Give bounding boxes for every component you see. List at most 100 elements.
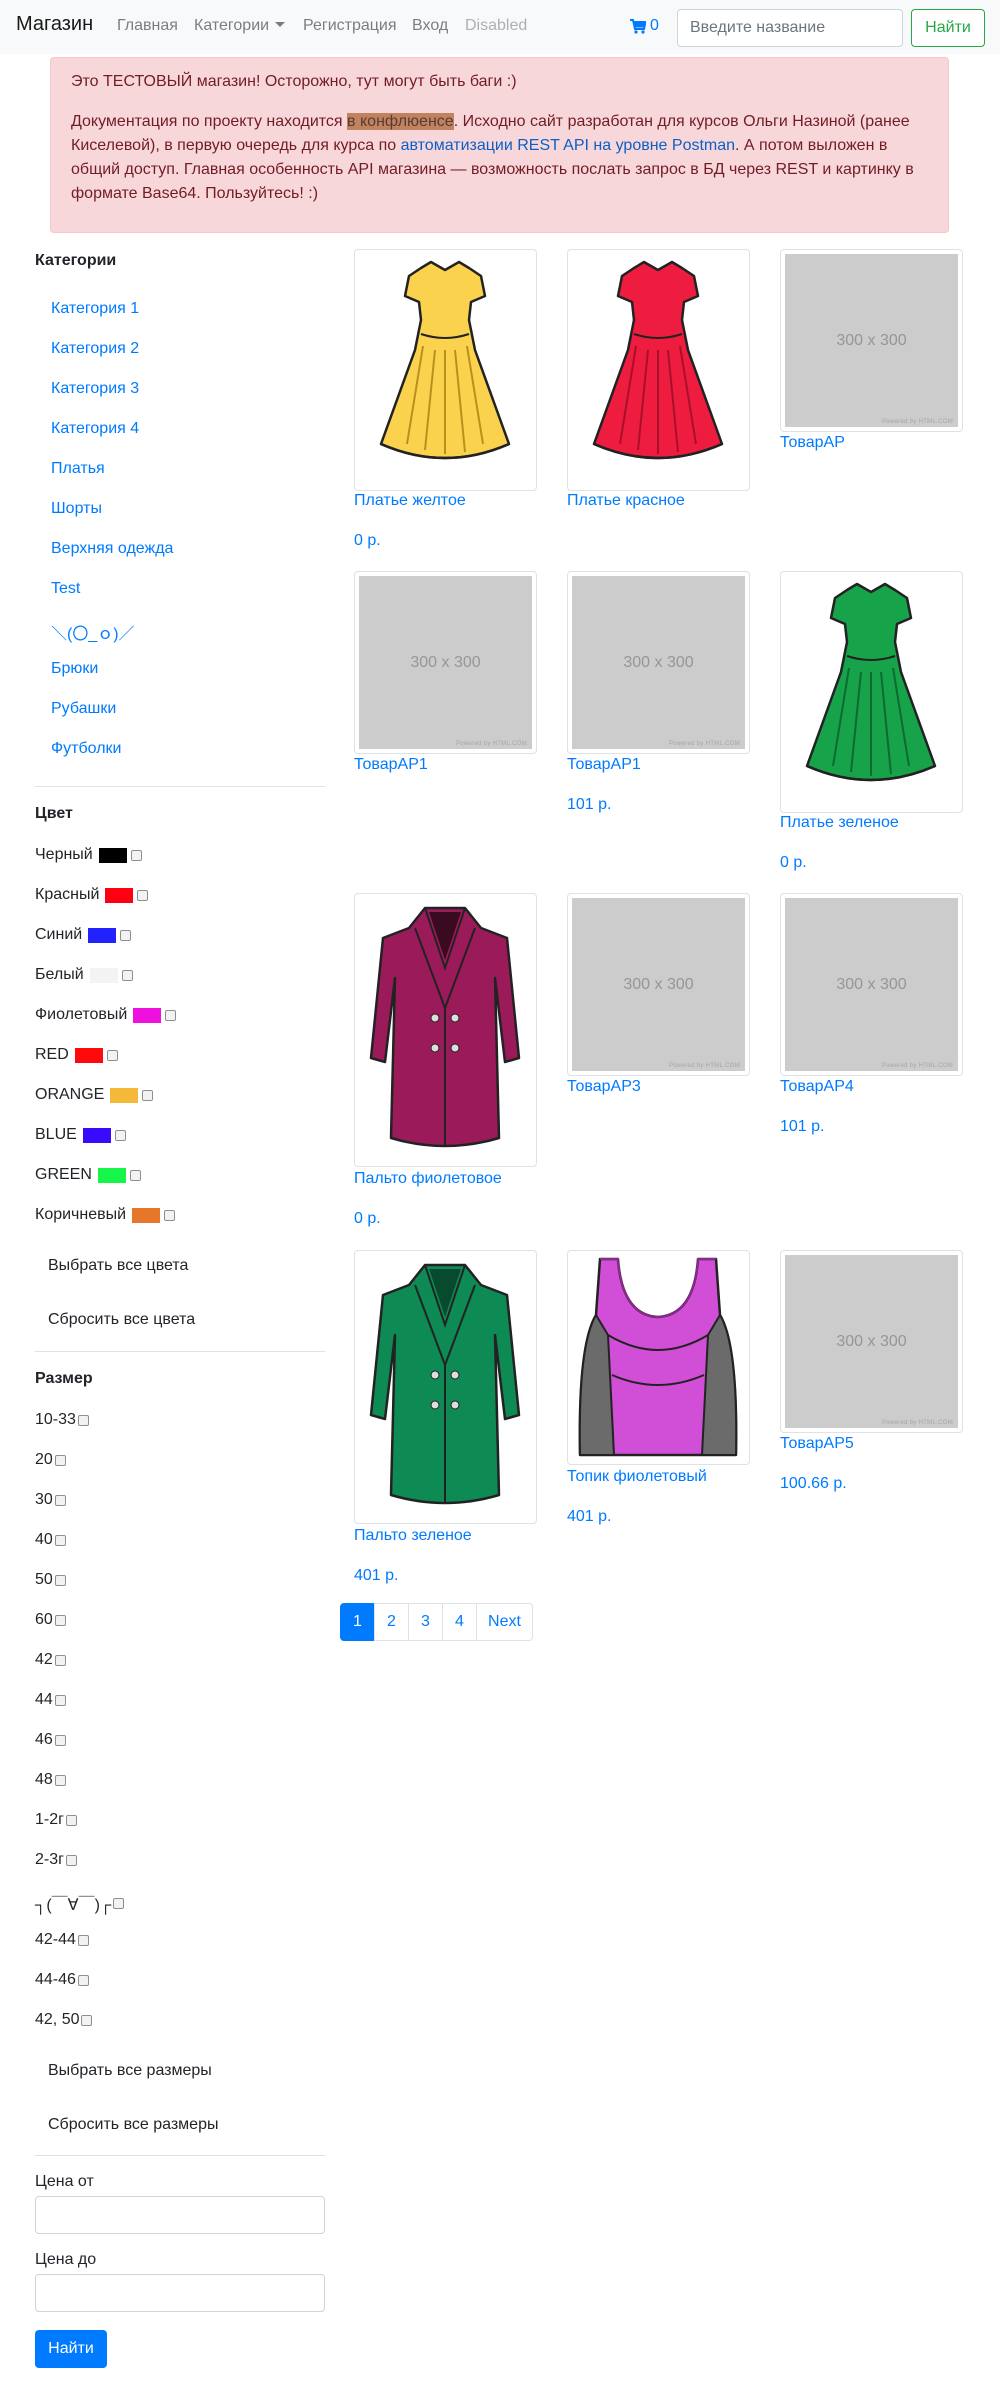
select-all-sizes-button[interactable]: Выбрать все размеры — [35, 2056, 225, 2086]
color-option[interactable]: BLUE — [35, 1126, 126, 1144]
color-checkbox[interactable] — [137, 889, 149, 901]
color-option[interactable]: Черный — [35, 846, 142, 864]
color-checkbox[interactable] — [106, 1049, 118, 1061]
confluence-link[interactable]: в конфлюенсе — [347, 113, 454, 130]
color-checkbox[interactable] — [165, 1009, 177, 1021]
brand-logo[interactable]: Магазин — [16, 13, 93, 36]
size-checkbox[interactable] — [54, 1654, 66, 1666]
product-image[interactable] — [567, 1250, 750, 1465]
size-checkbox[interactable] — [77, 1414, 89, 1426]
size-option[interactable]: 2-3г — [35, 1851, 77, 1869]
color-option[interactable]: Белый — [35, 966, 133, 984]
product-price[interactable]: 100.66 р. — [780, 1475, 847, 1493]
product-price[interactable]: 101 р. — [567, 796, 611, 814]
product-price[interactable]: 401 р. — [567, 1508, 611, 1526]
price-from-input[interactable] — [35, 2196, 325, 2234]
page-3-button[interactable]: 3 — [408, 1603, 443, 1641]
select-all-colors-button[interactable]: Выбрать все цвета — [35, 1251, 201, 1281]
size-option[interactable]: 20 — [35, 1451, 66, 1469]
color-option[interactable]: GREEN — [35, 1166, 141, 1184]
size-checkbox[interactable] — [54, 1734, 66, 1746]
size-option[interactable]: 42-44 — [35, 1931, 89, 1949]
product-name-link[interactable]: Платье желтое — [354, 492, 466, 510]
product-image[interactable] — [780, 571, 963, 813]
size-option[interactable]: 40 — [35, 1531, 66, 1549]
product-image[interactable] — [354, 893, 537, 1167]
color-checkbox[interactable] — [142, 1089, 154, 1101]
product-price[interactable]: 101 р. — [780, 1118, 824, 1136]
size-checkbox[interactable] — [77, 1974, 89, 1986]
size-option[interactable]: 1-2г — [35, 1811, 77, 1829]
price-to-input[interactable] — [35, 2274, 325, 2312]
size-option[interactable]: 60 — [35, 1611, 66, 1629]
size-option[interactable]: 42 — [35, 1651, 66, 1669]
product-image[interactable]: 300 x 300 Powered by HTML.COM — [780, 893, 963, 1076]
color-checkbox[interactable] — [130, 849, 142, 861]
search-input[interactable] — [677, 9, 903, 47]
size-checkbox[interactable] — [81, 2014, 93, 2026]
color-checkbox[interactable] — [164, 1209, 176, 1221]
category-link[interactable]: Категория 1 — [51, 300, 139, 318]
product-image[interactable] — [354, 249, 537, 491]
size-option[interactable]: 10-33 — [35, 1411, 89, 1429]
size-checkbox[interactable] — [54, 1614, 66, 1626]
size-option[interactable]: 42, 50 — [35, 2011, 93, 2029]
category-link[interactable]: Футболки — [51, 740, 121, 758]
category-link[interactable]: Test — [51, 580, 80, 598]
category-link[interactable]: Платья — [51, 460, 105, 478]
nav-categories-dropdown[interactable]: Категории — [194, 17, 286, 35]
product-price[interactable]: 0 р. — [354, 1210, 381, 1228]
color-option[interactable]: RED — [35, 1046, 118, 1064]
product-price[interactable]: 0 р. — [780, 854, 807, 872]
size-checkbox[interactable] — [54, 1534, 66, 1546]
color-option[interactable]: Синий — [35, 926, 132, 944]
page-4-button[interactable]: 4 — [442, 1603, 477, 1641]
reset-all-sizes-button[interactable]: Сбросить все размеры — [35, 2110, 231, 2140]
product-image[interactable]: 300 x 300 Powered by HTML.COM — [567, 893, 750, 1076]
next-page-button[interactable]: Next — [476, 1603, 533, 1641]
color-checkbox[interactable] — [120, 929, 132, 941]
nav-register-link[interactable]: Регистрация — [303, 17, 397, 35]
page-2-button[interactable]: 2 — [374, 1603, 409, 1641]
color-option[interactable]: ORANGE — [35, 1086, 154, 1104]
cart-button[interactable]: 0 — [630, 17, 659, 35]
category-link[interactable]: Категория 4 — [51, 420, 139, 438]
size-checkbox[interactable] — [77, 1934, 89, 1946]
product-name-link[interactable]: Пальто зеленое — [354, 1527, 472, 1545]
product-name-link[interactable]: Пальто фиолетовое — [354, 1170, 502, 1188]
size-option[interactable]: 46 — [35, 1731, 66, 1749]
size-checkbox[interactable] — [65, 1814, 77, 1826]
color-checkbox[interactable] — [121, 969, 133, 981]
size-checkbox[interactable] — [54, 1694, 66, 1706]
category-link[interactable]: Брюки — [51, 660, 98, 678]
product-name-link[interactable]: Платье зеленое — [780, 814, 899, 832]
category-link[interactable]: Категория 2 — [51, 340, 139, 358]
nav-login-link[interactable]: Вход — [412, 17, 448, 35]
page-1-button[interactable]: 1 — [340, 1603, 375, 1641]
size-checkbox[interactable] — [113, 1897, 125, 1909]
color-checkbox[interactable] — [114, 1129, 126, 1141]
product-image[interactable]: 300 x 300 Powered by HTML.COM — [780, 249, 963, 432]
nav-home-link[interactable]: Главная — [117, 17, 178, 35]
size-checkbox[interactable] — [54, 1454, 66, 1466]
product-name-link[interactable]: ТоварАР — [780, 434, 845, 452]
postman-course-link[interactable]: автоматизации REST API на уровне Postman — [401, 137, 735, 154]
size-checkbox[interactable] — [54, 1574, 66, 1586]
product-price[interactable]: 401 р. — [354, 1567, 398, 1585]
category-link[interactable]: Верхняя одежда — [51, 540, 173, 558]
product-name-link[interactable]: Топик фиолетовый — [567, 1468, 707, 1486]
product-name-link[interactable]: ТоварАР1 — [354, 756, 428, 774]
size-option[interactable]: 50 — [35, 1571, 66, 1589]
size-option[interactable]: 44-46 — [35, 1971, 89, 1989]
color-checkbox[interactable] — [129, 1169, 141, 1181]
color-option[interactable]: Коричневый — [35, 1206, 176, 1224]
product-name-link[interactable]: Платье красное — [567, 492, 685, 510]
category-link[interactable]: Рубашки — [51, 700, 116, 718]
size-option[interactable]: 48 — [35, 1771, 66, 1789]
product-image[interactable]: 300 x 300 Powered by HTML.COM — [567, 571, 750, 754]
color-option[interactable]: Фиолетовый — [35, 1006, 177, 1024]
category-link[interactable]: Шорты — [51, 500, 102, 518]
size-option[interactable]: 30 — [35, 1491, 66, 1509]
size-checkbox[interactable] — [54, 1494, 66, 1506]
search-button[interactable]: Найти — [911, 9, 985, 47]
